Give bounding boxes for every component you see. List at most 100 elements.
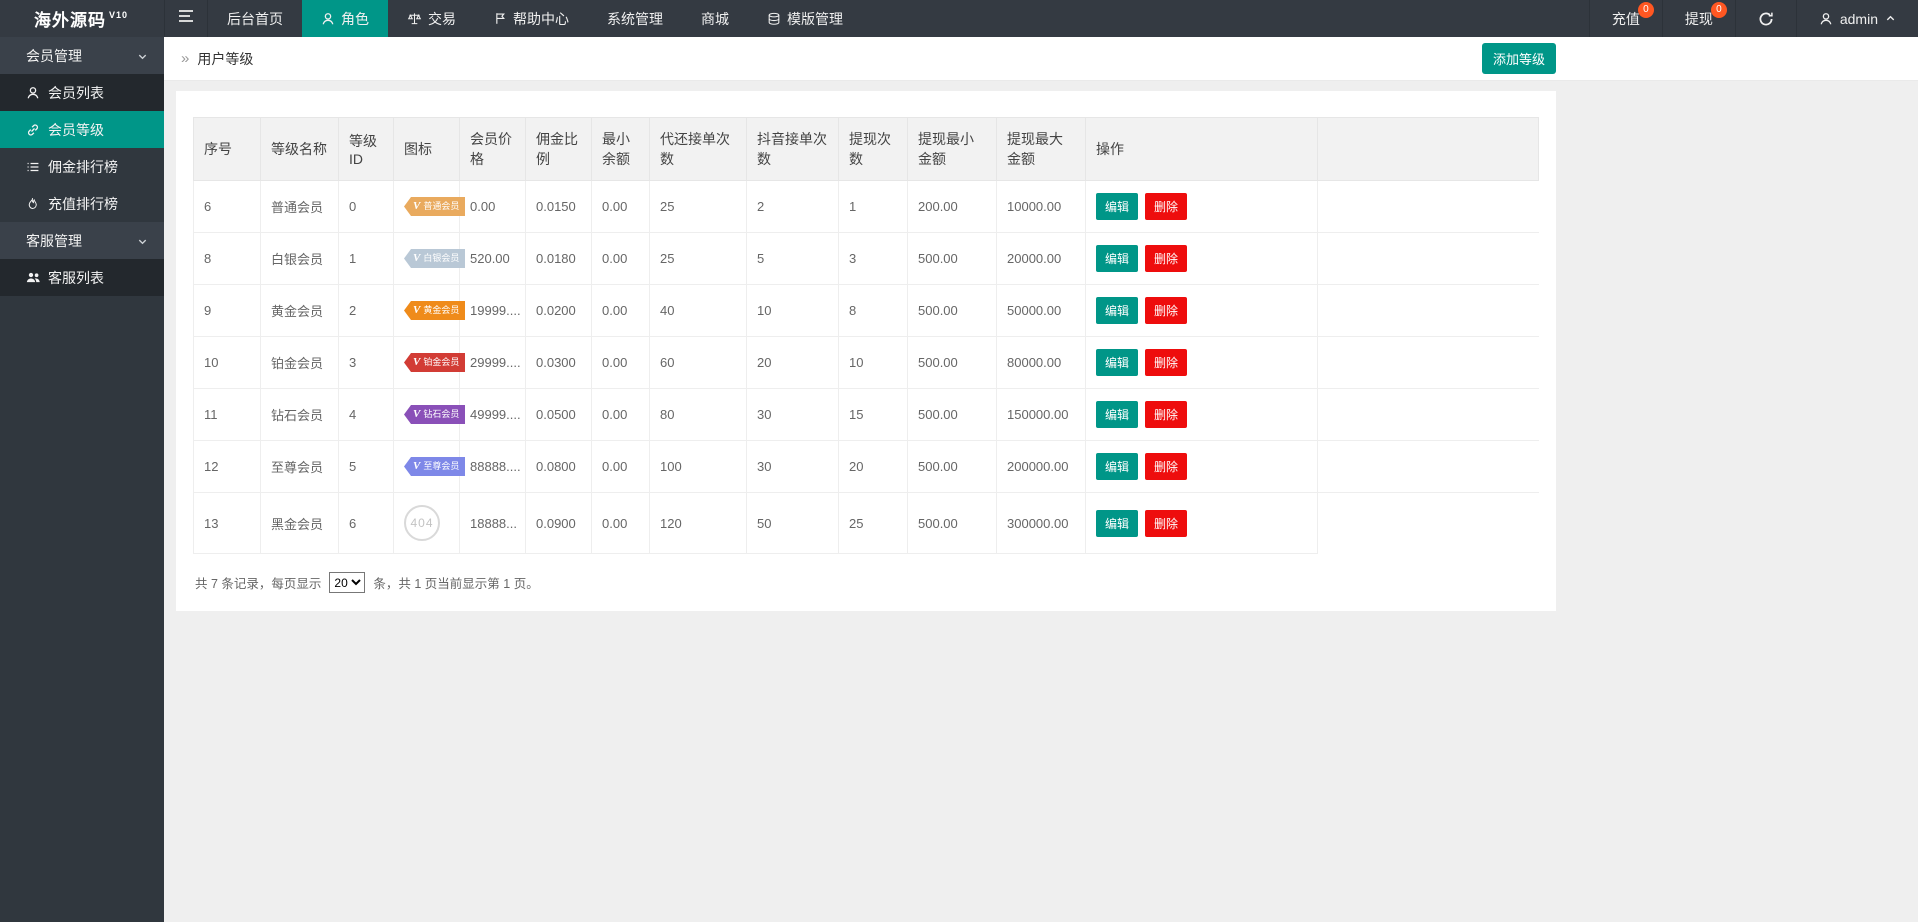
- sidebar-item-commission-ranking[interactable]: 佣金排行榜: [0, 148, 164, 185]
- nav-item-template[interactable]: 模版管理: [748, 0, 862, 37]
- nav-item-roles[interactable]: 角色: [302, 0, 388, 37]
- cell-daihuan_orders: 80: [650, 389, 747, 441]
- edit-button[interactable]: 编辑: [1096, 245, 1138, 272]
- nav-item-dashboard[interactable]: 后台首页: [208, 0, 302, 37]
- badge-v-mark: V: [413, 253, 420, 264]
- edit-button[interactable]: 编辑: [1096, 297, 1138, 324]
- top-navbar: 海外源码 V10 后台首页角色交易 帮助中心系统管理商城 模版管理 充值 0 提现 …: [0, 0, 1918, 37]
- sidebar-item-label: 客服列表: [48, 268, 104, 288]
- delete-button[interactable]: 删除: [1145, 349, 1187, 376]
- add-level-button[interactable]: 添加等级: [1482, 43, 1556, 74]
- sidebar-item-member-level[interactable]: 会员等级: [0, 111, 164, 148]
- nav-item-label: 帮助中心: [513, 9, 569, 29]
- cell-price: 0.00: [460, 181, 526, 233]
- cell-filler: [1318, 493, 1539, 554]
- list-icon: [26, 160, 48, 174]
- edit-button[interactable]: 编辑: [1096, 349, 1138, 376]
- table-row: 13黑金会员640418888...0.09000.001205025500.0…: [194, 493, 1539, 554]
- cell-filler: [1318, 337, 1539, 389]
- cell-douyin_orders: 10: [747, 285, 839, 337]
- chevron-down-icon: [137, 49, 148, 65]
- scales-icon: [407, 11, 422, 26]
- cell-min_balance: 0.00: [592, 285, 650, 337]
- delete-button[interactable]: 删除: [1145, 453, 1187, 480]
- cell-level: 3: [339, 337, 394, 389]
- cell-douyin_orders: 30: [747, 389, 839, 441]
- sidebar-item-label: 充值排行榜: [48, 194, 118, 214]
- cell-withdraw_min: 500.00: [908, 493, 997, 554]
- cell-id: 12: [194, 441, 261, 493]
- delete-button[interactable]: 删除: [1145, 510, 1187, 537]
- column-header: 等级ID: [339, 118, 394, 181]
- badge-v-mark: V: [413, 409, 420, 420]
- app-logo: 海外源码 V10: [0, 0, 164, 37]
- app-logo-text: 海外源码: [34, 6, 106, 31]
- sidebar-item-recharge-ranking[interactable]: 充值排行榜: [0, 185, 164, 222]
- nav-item-help[interactable]: 帮助中心: [475, 0, 588, 37]
- cell-filler: [1318, 389, 1539, 441]
- nav-item-label: 商城: [701, 9, 729, 29]
- cell-withdraw_times: 3: [839, 233, 908, 285]
- cell-badge: V铂金会员: [394, 337, 460, 389]
- cell-id: 9: [194, 285, 261, 337]
- edit-button[interactable]: 编辑: [1096, 453, 1138, 480]
- cell-douyin_orders: 2: [747, 181, 839, 233]
- cell-withdraw_max: 200000.00: [997, 441, 1086, 493]
- breadcrumb-arrows-icon: »: [181, 50, 189, 67]
- per-page-select[interactable]: 20: [329, 572, 365, 593]
- delete-button[interactable]: 删除: [1145, 297, 1187, 324]
- nav-item-trade[interactable]: 交易: [388, 0, 475, 37]
- broken-image-404-icon: 404: [404, 505, 440, 541]
- page-title: 用户等级: [197, 49, 253, 69]
- cell-withdraw_min: 500.00: [908, 233, 997, 285]
- nav-item-system[interactable]: 系统管理: [588, 0, 682, 37]
- sidebar-item-member-list[interactable]: 会员列表: [0, 74, 164, 111]
- cell-withdraw_min: 500.00: [908, 337, 997, 389]
- main-area: » 用户等级 添加等级 序号等级名称等级ID图标会员价格佣金比例最小余额代还接单…: [164, 37, 1918, 922]
- sidebar-item-member-management[interactable]: 会员管理: [0, 37, 164, 74]
- cell-actions: 编辑删除: [1086, 285, 1318, 337]
- nav-item-withdraw[interactable]: 提现 0: [1662, 0, 1735, 37]
- cell-commission: 0.0180: [526, 233, 592, 285]
- edit-button[interactable]: 编辑: [1096, 401, 1138, 428]
- column-header: 抖音接单次数: [747, 118, 839, 181]
- cell-douyin_orders: 20: [747, 337, 839, 389]
- cell-douyin_orders: 50: [747, 493, 839, 554]
- cell-withdraw_min: 500.00: [908, 285, 997, 337]
- cell-min_balance: 0.00: [592, 337, 650, 389]
- cell-douyin_orders: 30: [747, 441, 839, 493]
- users-icon: [26, 271, 48, 284]
- cell-badge: V普通会员: [394, 181, 460, 233]
- level-badge-icon: V白银会员: [404, 249, 465, 268]
- nav-menu: 后台首页角色交易 帮助中心系统管理商城 模版管理: [208, 0, 862, 37]
- cell-name: 白银会员: [261, 233, 339, 285]
- refresh-button[interactable]: [1735, 0, 1796, 37]
- sidebar-item-service-management[interactable]: 客服管理: [0, 222, 164, 259]
- user-menu[interactable]: admin: [1796, 0, 1918, 37]
- column-header: 提现最大金额: [997, 118, 1086, 181]
- cell-level: 5: [339, 441, 394, 493]
- table-row: 10铂金会员3V铂金会员29999....0.03000.00602010500…: [194, 337, 1539, 389]
- cell-daihuan_orders: 25: [650, 181, 747, 233]
- edit-button[interactable]: 编辑: [1096, 193, 1138, 220]
- menu-toggle-button[interactable]: [164, 0, 208, 37]
- badge-text: 黄金会员: [423, 306, 459, 315]
- recharge-count-badge: 0: [1638, 2, 1654, 18]
- cell-commission: 0.0150: [526, 181, 592, 233]
- delete-button[interactable]: 删除: [1145, 245, 1187, 272]
- column-header: 最小余额: [592, 118, 650, 181]
- delete-button[interactable]: 删除: [1145, 193, 1187, 220]
- nav-item-recharge[interactable]: 充值 0: [1589, 0, 1662, 37]
- cell-actions: 编辑删除: [1086, 389, 1318, 441]
- cell-name: 黄金会员: [261, 285, 339, 337]
- nav-item-mall[interactable]: 商城: [682, 0, 748, 37]
- pagination-text-before: 共 7 条记录，每页显示: [195, 573, 321, 592]
- cell-daihuan_orders: 25: [650, 233, 747, 285]
- nav-item-label: 模版管理: [787, 9, 843, 29]
- delete-button[interactable]: 删除: [1145, 401, 1187, 428]
- sidebar-item-label: 会员列表: [48, 83, 104, 103]
- sidebar-item-service-list[interactable]: 客服列表: [0, 259, 164, 296]
- edit-button[interactable]: 编辑: [1096, 510, 1138, 537]
- flame-icon: [26, 197, 48, 210]
- cell-withdraw_times: 10: [839, 337, 908, 389]
